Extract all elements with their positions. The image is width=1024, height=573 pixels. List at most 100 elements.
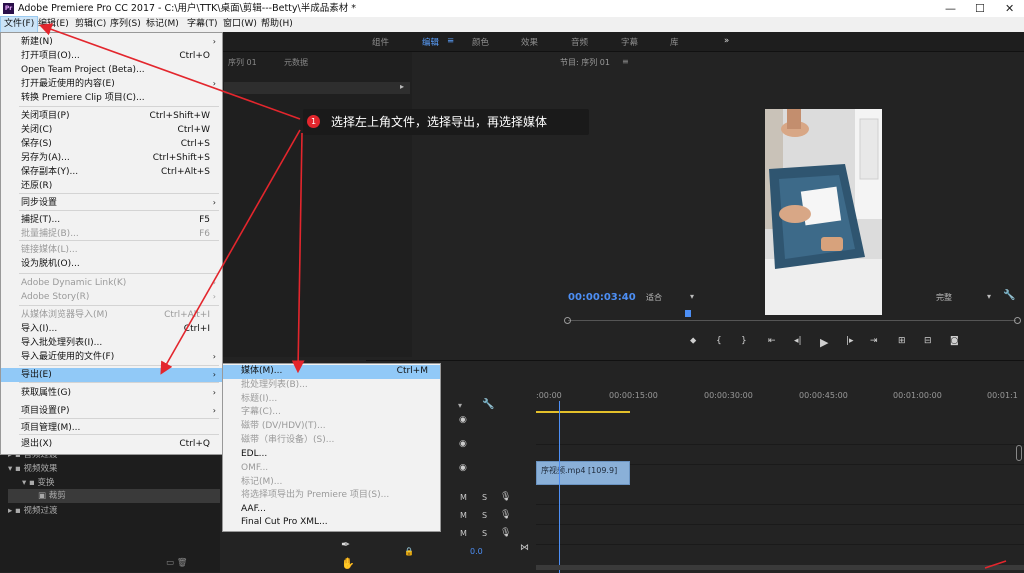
- maximize-icon[interactable]: ☐: [975, 0, 985, 17]
- file-menu-item[interactable]: Open Team Project (Beta)...: [1, 63, 222, 77]
- eye-icon[interactable]: ◉: [459, 415, 467, 425]
- file-menu-item[interactable]: 获取属性(G) ›: [1, 386, 222, 400]
- add-marker-icon[interactable]: ⬥: [690, 336, 696, 346]
- tab-sequence-01[interactable]: 序列 01: [228, 57, 257, 68]
- program-timecode[interactable]: 00:00:03:40: [568, 292, 636, 303]
- tab-metadata[interactable]: 元数据: [284, 57, 308, 68]
- chevron-down-icon[interactable]: ▾: [690, 292, 694, 301]
- folder-new-icon[interactable]: ▭ 🗑: [166, 558, 188, 568]
- export-menu-item[interactable]: AAF...: [223, 503, 440, 517]
- solo-toggle[interactable]: S: [482, 493, 487, 502]
- file-menu-item[interactable]: 项目管理(M)...: [1, 421, 222, 435]
- file-menu-item[interactable]: 还原(R): [1, 179, 222, 193]
- solo-toggle[interactable]: S: [482, 529, 487, 538]
- menu-help[interactable]: 帮助(H): [258, 17, 296, 32]
- minimize-icon[interactable]: —: [945, 0, 956, 17]
- video-track-v3[interactable]: [536, 425, 1024, 445]
- file-menu-item[interactable]: 另存为(A)... Ctrl+Shift+S: [1, 151, 222, 165]
- audio-track-a2[interactable]: [536, 505, 1024, 525]
- workspace-tab-libraries[interactable]: 库: [670, 36, 679, 48]
- timeline-playhead[interactable]: [559, 401, 560, 573]
- workspace-tab-captions[interactable]: 字幕: [621, 36, 638, 48]
- effect-crop[interactable]: ▣ 裁剪: [8, 489, 220, 503]
- audio-track-a3[interactable]: [536, 525, 1024, 545]
- timeline-horizontal-scrollbar[interactable]: [536, 565, 1024, 570]
- extract-icon[interactable]: ⊟: [924, 336, 932, 346]
- export-menu-item[interactable]: Final Cut Pro XML...: [223, 516, 440, 530]
- close-icon[interactable]: ✕: [1005, 0, 1014, 17]
- playback-resolution-select[interactable]: 完整: [936, 292, 952, 303]
- zoom-fit-select[interactable]: 适合: [646, 292, 662, 303]
- solo-toggle[interactable]: S: [482, 511, 487, 520]
- master-volume-value[interactable]: 0.0: [470, 547, 483, 556]
- folder-video-transitions[interactable]: ▸ ▪ 视频过渡: [8, 504, 57, 516]
- trim-icon[interactable]: ⋈: [520, 543, 529, 553]
- marker-icon[interactable]: ▾: [458, 401, 462, 410]
- work-area-bar[interactable]: [536, 411, 630, 413]
- workspace-overflow-icon[interactable]: »: [724, 36, 729, 46]
- export-menu-item[interactable]: EDL...: [223, 448, 440, 462]
- scrub-end-handle[interactable]: [1014, 317, 1021, 324]
- file-menu-item[interactable]: 关闭(C) Ctrl+W: [1, 123, 222, 137]
- file-menu-item[interactable]: 导入批处理列表(I)...: [1, 336, 222, 350]
- program-playhead[interactable]: [685, 310, 691, 317]
- mute-toggle[interactable]: M: [460, 511, 467, 520]
- wrench-icon[interactable]: 🔧: [1003, 290, 1015, 301]
- menu-file[interactable]: 文件(F): [0, 16, 39, 33]
- mute-toggle[interactable]: M: [460, 493, 467, 502]
- file-menu-item[interactable]: 新建(N) ›: [1, 35, 222, 49]
- file-menu-item[interactable]: 设为脱机(O)...: [1, 257, 222, 271]
- menu-clip[interactable]: 剪辑(C): [72, 17, 109, 32]
- file-menu-item[interactable]: 同步设置 ›: [1, 196, 222, 210]
- go-to-out-icon[interactable]: ⇥: [870, 336, 878, 346]
- workspace-tab-editing[interactable]: 编辑: [422, 36, 439, 48]
- program-scrub-bar[interactable]: [568, 320, 1016, 321]
- microphone-icon[interactable]: 🎙: [500, 510, 511, 520]
- file-menu-item[interactable]: 打开最近使用的内容(E) ›: [1, 77, 222, 91]
- menu-sequence[interactable]: 序列(S): [107, 17, 144, 32]
- play-icon[interactable]: ▶: [820, 336, 828, 349]
- menu-title[interactable]: 字幕(T): [184, 17, 221, 32]
- step-forward-icon[interactable]: |▸: [846, 336, 854, 346]
- menu-marker[interactable]: 标记(M): [143, 17, 182, 32]
- go-to-in-icon[interactable]: ⇤: [768, 336, 776, 346]
- lift-icon[interactable]: ⊞: [898, 336, 906, 346]
- lock-icon[interactable]: 🔒: [404, 547, 414, 556]
- workspace-menu-icon[interactable]: ≡: [447, 36, 454, 46]
- hand-tool-icon[interactable]: ✋: [341, 557, 355, 570]
- file-menu-item[interactable]: 导出(E) ›: [1, 368, 222, 382]
- chevron-down-icon[interactable]: ▾: [987, 292, 991, 301]
- menu-window[interactable]: 窗口(W): [220, 17, 260, 32]
- microphone-icon[interactable]: 🎙: [500, 528, 511, 538]
- file-menu-item[interactable]: 关闭项目(P) Ctrl+Shift+W: [1, 109, 222, 123]
- workspace-tab-effects[interactable]: 效果: [521, 36, 538, 48]
- audio-track-a1[interactable]: [536, 485, 1024, 505]
- mark-in-icon[interactable]: {: [716, 336, 722, 346]
- workspace-tab-color[interactable]: 颜色: [472, 36, 489, 48]
- pen-tool-icon[interactable]: ✒: [341, 538, 350, 551]
- panel-menu-icon[interactable]: ≡: [622, 57, 629, 66]
- microphone-icon[interactable]: 🎙: [500, 492, 511, 502]
- file-menu-item[interactable]: 捕捉(T)... F5: [1, 213, 222, 227]
- eye-icon[interactable]: ◉: [459, 463, 467, 473]
- workspace-tab-assembly[interactable]: 组件: [372, 36, 389, 48]
- file-menu-item[interactable]: 退出(X) Ctrl+Q: [1, 437, 222, 451]
- scrub-start-handle[interactable]: [564, 317, 571, 324]
- workspace-tab-audio[interactable]: 音频: [571, 36, 588, 48]
- timeline-vertical-scrollbar[interactable]: [1016, 445, 1022, 461]
- file-menu-item[interactable]: 项目设置(P) ›: [1, 404, 222, 418]
- mark-out-icon[interactable]: }: [741, 336, 747, 346]
- file-menu-item[interactable]: 打开项目(O)... Ctrl+O: [1, 49, 222, 63]
- eye-icon[interactable]: ◉: [459, 439, 467, 449]
- export-frame-camera-icon[interactable]: ◙: [950, 336, 959, 346]
- file-menu-item[interactable]: 导入最近使用的文件(F) ›: [1, 350, 222, 364]
- file-menu-item[interactable]: 保存副本(Y)... Ctrl+Alt+S: [1, 165, 222, 179]
- folder-transform[interactable]: ▾ ▪ 变换: [22, 476, 54, 488]
- export-media-item[interactable]: 媒体(M)... Ctrl+M: [223, 365, 440, 379]
- mute-toggle[interactable]: M: [460, 529, 467, 538]
- file-menu-item[interactable]: 保存(S) Ctrl+S: [1, 137, 222, 151]
- folder-video-effects[interactable]: ▾ ▪ 视频效果: [8, 462, 57, 474]
- file-menu-item[interactable]: 导入(I)... Ctrl+I: [1, 322, 222, 336]
- wrench-icon[interactable]: 🔧: [482, 399, 494, 410]
- expand-arrow-icon[interactable]: ▸: [400, 82, 404, 91]
